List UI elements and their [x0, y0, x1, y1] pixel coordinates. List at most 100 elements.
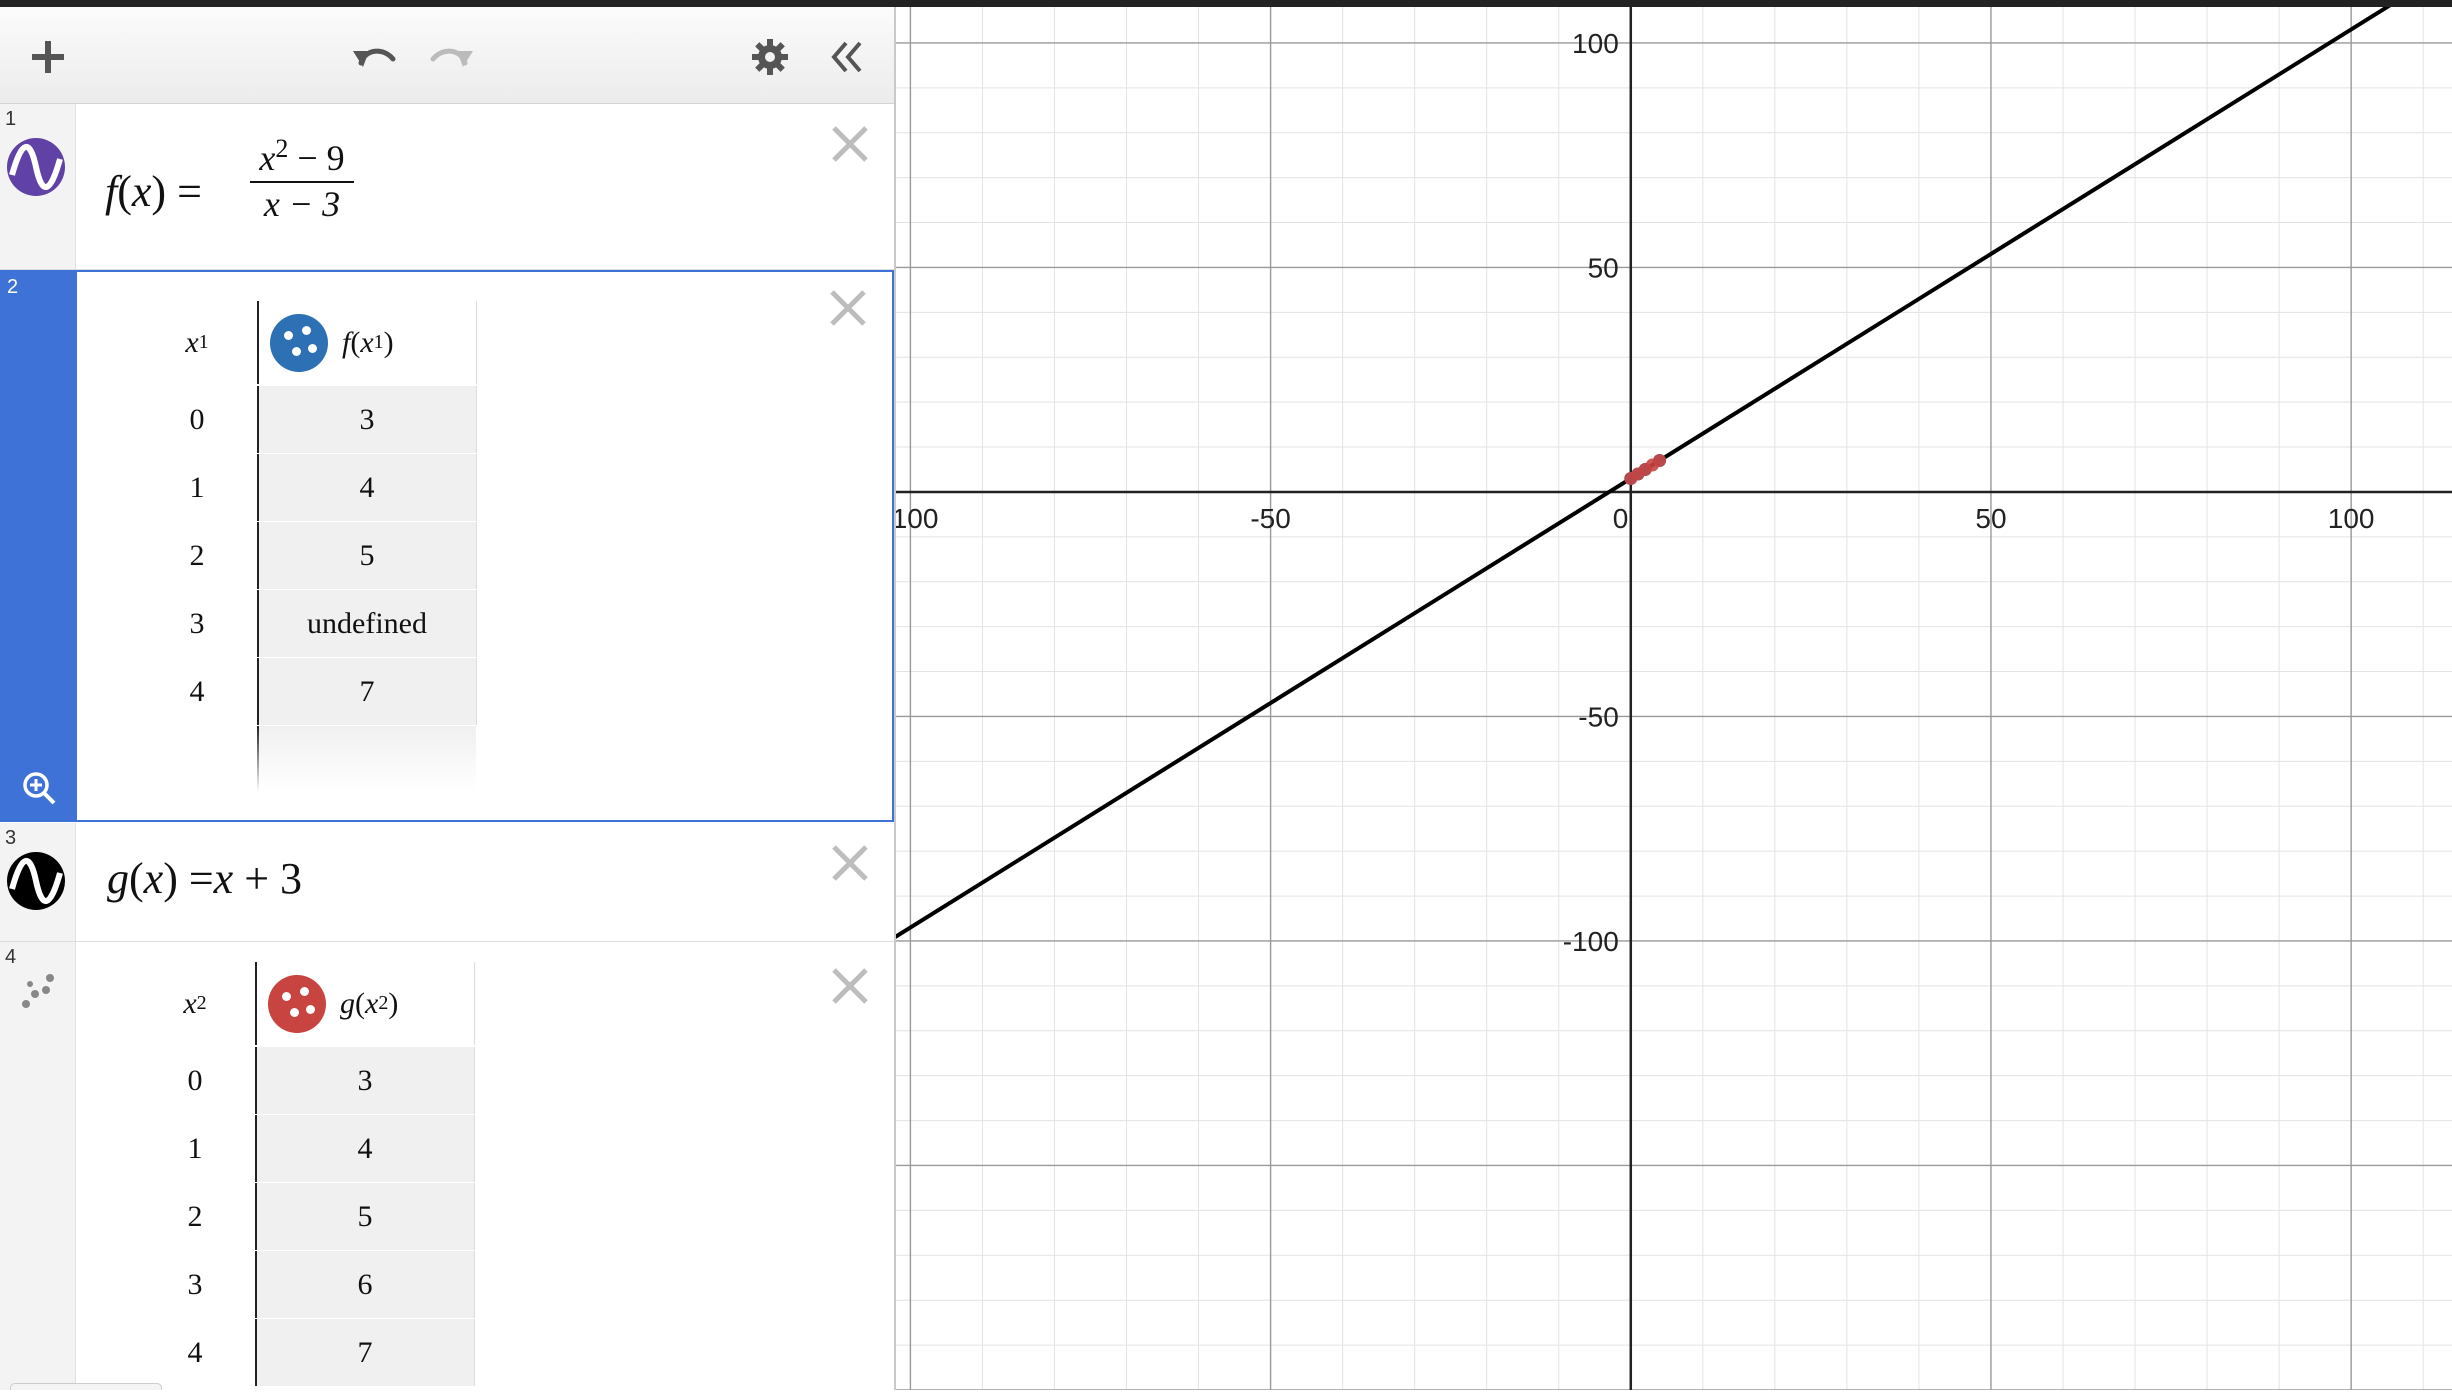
function-color-icon[interactable] [6, 137, 66, 197]
column-header-y[interactable]: g(x 2) [256, 962, 474, 1045]
column-header-x[interactable]: x1 [137, 301, 257, 384]
scatter-icon [22, 974, 54, 1008]
open-paren: ( [129, 854, 144, 903]
dot [306, 1004, 315, 1014]
cell-y: 5 [256, 1183, 474, 1250]
column-header-x[interactable]: x2 [135, 962, 255, 1045]
header-var: x [183, 986, 197, 1020]
major-grid [896, 7, 2452, 1391]
x-tick-label: 100 [2328, 503, 2375, 534]
x-tick-label: 0 [1613, 503, 1629, 534]
collapse-panel-button[interactable] [818, 29, 874, 85]
column-divider-right [476, 386, 477, 453]
x-tick-label: 50 [1975, 503, 2006, 534]
cell-x[interactable]: 3 [137, 590, 257, 657]
delete-expression-icon[interactable] [828, 122, 872, 166]
column-divider [257, 386, 259, 453]
column-divider-right [474, 1047, 475, 1114]
y-tick-label: -50 [1578, 701, 1618, 732]
close-paren: ) [151, 167, 167, 216]
header-fn-subscript: 1 [373, 331, 384, 353]
numerator-base: x [259, 138, 276, 178]
settings-button[interactable] [742, 29, 798, 85]
delete-expression-icon[interactable] [828, 964, 872, 1008]
cell-x[interactable]: 0 [135, 1047, 255, 1114]
window-top-edge [0, 0, 2452, 7]
column-divider-right [474, 1183, 475, 1250]
undo-icon [353, 48, 396, 67]
graph-canvas[interactable]: -100 -50 0 50 100 100 50 -50 -100 [188, 0, 2452, 1391]
cell-x[interactable]: 4 [137, 658, 257, 725]
cell-y: 5 [258, 522, 476, 589]
gear-icon [752, 39, 788, 75]
column-divider-right [474, 1319, 475, 1386]
expression-formula[interactable]: f(x) = [105, 166, 202, 217]
expression-row-1[interactable]: 1 f(x) = x2 − 9 x − 3 [0, 104, 894, 270]
y-tick-label: -100 [1563, 926, 1619, 957]
fraction-denominator: x − 3 [263, 184, 341, 224]
dot [308, 343, 317, 353]
y-tick-label: 100 [1572, 28, 1619, 59]
delete-expression-icon[interactable] [826, 286, 870, 330]
rhs-variable: x [213, 854, 234, 903]
plot-lines [188, 0, 2403, 1379]
column-divider-right [476, 658, 477, 725]
cell-y: 4 [258, 454, 476, 521]
add-expression-button[interactable] [20, 29, 76, 85]
column-divider-right [476, 590, 477, 657]
expression-index: 1 [5, 108, 17, 130]
graph-area[interactable]: -100 -50 0 50 100 100 50 -50 -100 [188, 0, 2452, 1391]
header-fn-var: x [365, 986, 379, 1020]
header-fn: f [342, 325, 351, 359]
axes [896, 7, 2452, 1390]
column-header-y[interactable]: f(x 1) [258, 301, 476, 384]
column-divider-right [476, 454, 477, 521]
expression-formula[interactable]: g(x) =x + 3 [107, 853, 302, 904]
expression-gutter: 4 [0, 942, 76, 1390]
expression-row-2[interactable]: 2 x1 f(x 1) 0 3 1 4 2 5 3 undefined 4 7 [0, 270, 894, 822]
dot [284, 330, 293, 340]
double-chevron-left-icon [831, 41, 862, 73]
column-divider [255, 1319, 257, 1386]
cell-x[interactable]: 2 [137, 522, 257, 589]
cell-x-empty[interactable] [137, 726, 257, 792]
open-paren: ( [117, 167, 132, 216]
equals-sign: = [177, 167, 202, 216]
header-fn: g [340, 986, 355, 1020]
expression-toolbar [0, 7, 894, 104]
cell-x[interactable]: 0 [137, 386, 257, 453]
function-variable: x [143, 854, 164, 903]
header-subscript: 1 [198, 331, 209, 353]
column-divider [255, 962, 257, 1045]
panel-resize-handle[interactable] [10, 1383, 162, 1390]
rhs-rest: + 3 [244, 854, 303, 903]
column-divider [257, 522, 259, 589]
delete-expression-icon[interactable] [828, 841, 872, 885]
column-divider [257, 301, 259, 384]
column-divider-right [474, 962, 475, 1045]
column-divider-right [476, 522, 477, 589]
cell-y: 3 [258, 386, 476, 453]
expression-index: 2 [7, 276, 19, 298]
column-divider [255, 1047, 257, 1114]
cell-x[interactable]: 2 [135, 1183, 255, 1250]
cell-x[interactable]: 4 [135, 1319, 255, 1386]
cell-x[interactable]: 1 [137, 454, 257, 521]
cell-x[interactable]: 1 [135, 1115, 255, 1182]
expression-row-3[interactable]: 3 g(x) =x + 3 [0, 823, 894, 942]
points-color-icon[interactable] [270, 313, 328, 372]
fraction: x2 − 9 x − 3 [250, 134, 354, 225]
expression-row-4[interactable]: 4 x2 g(x 2) 0 3 1 4 2 5 3 6 4 7 [0, 942, 894, 1390]
undo-button[interactable] [345, 29, 401, 85]
cell-x[interactable]: 3 [135, 1251, 255, 1318]
minor-grid [896, 7, 2452, 1390]
cell-y: 7 [256, 1319, 474, 1386]
function-color-icon[interactable] [6, 851, 66, 911]
column-divider-right [474, 1115, 475, 1182]
zoom-fit-icon[interactable] [20, 769, 58, 807]
redo-button[interactable] [425, 29, 481, 85]
column-divider-right [476, 301, 477, 384]
expression-index: 4 [5, 946, 17, 968]
points-color-icon[interactable] [268, 974, 326, 1033]
cell-y: 4 [256, 1115, 474, 1182]
